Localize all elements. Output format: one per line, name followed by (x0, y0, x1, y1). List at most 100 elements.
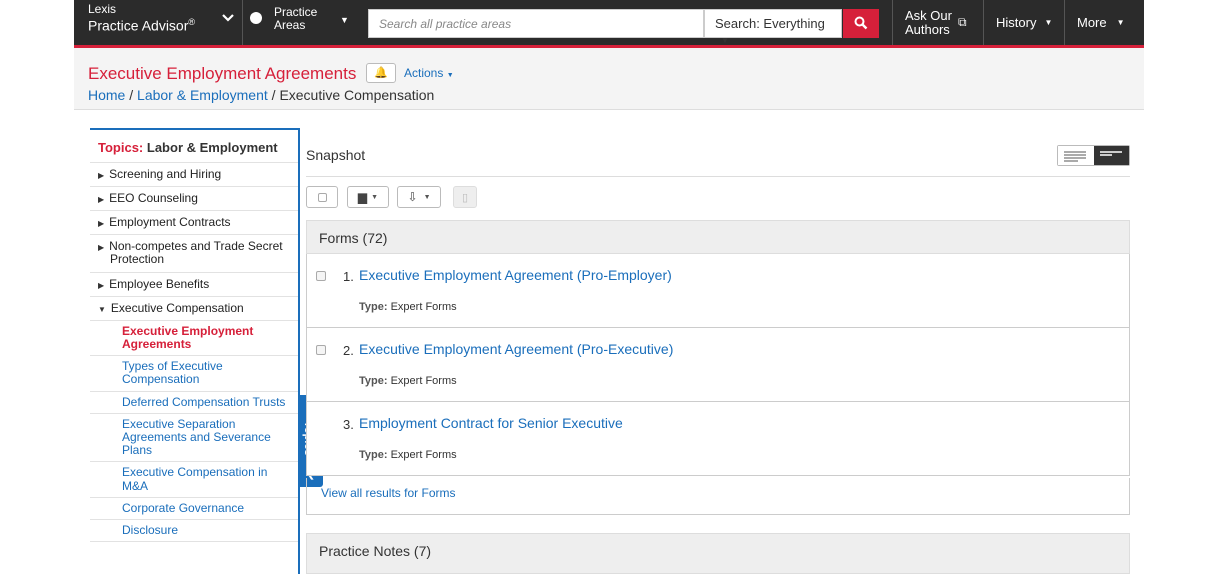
sidebar-subitem-types[interactable]: Types of Executive Compensation (90, 356, 298, 392)
ask-line1: Ask Our (905, 7, 952, 23)
result-type-label: Type: (359, 301, 388, 313)
nav-divider (892, 0, 893, 45)
copy-button[interactable]: ▯ (453, 186, 477, 208)
sidebar-item-label: Screening and Hiring (109, 166, 222, 181)
nav-divider (242, 0, 243, 45)
history-menu[interactable]: History ▼ (996, 0, 1052, 45)
triangle-down-icon: ▼ (98, 304, 106, 314)
sidebar-item-label: Executive Compensation (110, 300, 244, 315)
caret-down-icon: ▼ (1044, 18, 1053, 27)
result-number: 3. (343, 417, 354, 432)
external-link-icon: ⧉ (957, 15, 967, 30)
caret-down-icon: ▼ (721, 36, 729, 45)
forms-section-heading: Forms (72) (306, 220, 1130, 254)
sidebar-item-label: Non-competes and Trade Secret Protection (109, 239, 283, 267)
brand-line1: Lexis (88, 2, 117, 16)
brand-line2: Practice Advisor (88, 17, 189, 34)
bell-icon[interactable]: 🔔 (366, 63, 396, 83)
search-icon (854, 16, 868, 30)
result-number: 1. (343, 269, 354, 284)
history-label: History (996, 15, 1037, 30)
ask-line2: Authors (905, 21, 950, 37)
brand-dropdown-chevron-icon[interactable] (222, 12, 234, 26)
triangle-right-icon: ▶ (98, 194, 105, 204)
caret-down-icon: ▼ (340, 15, 349, 25)
sidebar-subitem-disclosure[interactable]: Disclosure (90, 520, 298, 543)
search-button[interactable] (843, 9, 879, 38)
sidebar-item-label: Employee Benefits (109, 276, 210, 291)
result-checkbox[interactable] (316, 345, 326, 355)
breadcrumb: Home / Labor & Employment / Executive Co… (88, 87, 434, 103)
result-checkbox[interactable] (316, 271, 326, 281)
globe-icon (250, 12, 262, 24)
triangle-right-icon: ▶ (98, 218, 105, 228)
sidebar-item-label: EEO Counseling (109, 190, 198, 205)
breadcrumb-separator: / (125, 87, 138, 103)
folder-icon: ▆ (357, 190, 368, 204)
result-title-link[interactable]: Executive Employment Agreement (Pro-Exec… (359, 341, 673, 357)
sidebar-item-screening[interactable]: ▶ Screening and Hiring (90, 163, 298, 187)
sidebar-subitem-ma[interactable]: Executive Compensation in M&A (90, 462, 298, 498)
result-type: Expert Forms (390, 375, 457, 387)
breadcrumb-labor-employment[interactable]: Labor & Employment (137, 87, 268, 103)
topics-heading: Topics: Labor & Employment (90, 130, 298, 163)
search-input[interactable]: Search all practice areas (368, 9, 704, 38)
result-type: Expert Forms (390, 301, 457, 313)
sidebar-subitem-separation[interactable]: Executive Separation Agreements and Seve… (90, 414, 298, 463)
result-title-link[interactable]: Executive Employment Agreement (Pro-Empl… (359, 267, 672, 283)
triangle-right-icon: ▶ (98, 280, 105, 290)
divider (306, 176, 1130, 177)
list-view-icon[interactable] (1058, 146, 1094, 165)
more-menu[interactable]: More ▼ (1077, 0, 1125, 45)
page-title: Executive Employment Agreements (88, 64, 357, 83)
sidebar-item-benefits[interactable]: ▶ Employee Benefits (90, 273, 298, 297)
checkbox-icon (317, 192, 327, 202)
select-all-checkbox[interactable] (306, 186, 338, 208)
top-navigation: Lexis Practice Advisor® Practice Areas ▼… (0, 0, 1208, 48)
list-item: 2. Executive Employment Agreement (Pro-E… (306, 328, 1130, 402)
caret-down-icon: ▼ (423, 193, 431, 201)
sidebar-subitem-deferred[interactable]: Deferred Compensation Trusts (90, 392, 298, 414)
breadcrumb-separator: / (267, 87, 280, 103)
topics-heading-prefix: Topics: (98, 140, 144, 155)
actions-label: Actions (404, 66, 444, 80)
result-title-link[interactable]: Employment Contract for Senior Executive (359, 415, 623, 431)
nav-divider (1064, 0, 1065, 45)
download-dropdown[interactable]: ⇩ ▼ (397, 186, 441, 208)
brand-logo[interactable]: Lexis Practice Advisor® (88, 2, 195, 34)
sidebar-item-eeo[interactable]: ▶ EEO Counseling (90, 187, 298, 211)
caret-down-icon: ▼ (446, 72, 454, 79)
more-label: More (1077, 15, 1107, 30)
caret-down-icon: ▼ (1116, 18, 1125, 27)
compact-view-icon[interactable] (1094, 146, 1129, 165)
sidebar-item-noncompetes[interactable]: ▶ Non-competes and Trade Secret Protectio… (90, 235, 298, 273)
triangle-right-icon: ▶ (98, 243, 105, 253)
triangle-right-icon: ▶ (98, 170, 105, 180)
view-toggle[interactable] (1057, 145, 1130, 166)
result-number: 2. (343, 343, 354, 358)
result-type-label: Type: (359, 449, 388, 461)
breadcrumb-current: Executive Compensation (279, 87, 435, 103)
download-icon: ⇩ (407, 190, 418, 204)
breadcrumb-home[interactable]: Home (88, 87, 125, 103)
search-scope-label: Search: Everything (715, 16, 825, 31)
sidebar-item-label: Employment Contracts (109, 214, 231, 229)
actions-dropdown[interactable]: Actions ▼ (404, 66, 454, 80)
view-all-forms-link[interactable]: View all results for Forms (306, 478, 1130, 515)
snapshot-heading: Snapshot (306, 147, 366, 163)
practice-areas-line2: Areas (274, 17, 306, 32)
practice-areas-line1: Practice (274, 5, 318, 19)
sidebar-subitem-exec-agreements[interactable]: Executive Employment Agreements (90, 321, 298, 357)
nav-divider (983, 0, 984, 45)
document-icon: ▯ (461, 191, 469, 204)
search-scope-dropdown[interactable]: Search: Everything ▼ (704, 9, 842, 45)
folder-dropdown[interactable]: ▆ ▼ (347, 186, 389, 208)
sidebar-item-contracts[interactable]: ▶ Employment Contracts (90, 211, 298, 236)
ask-our-authors-link[interactable]: Ask Our Authors ⧉ (905, 0, 967, 45)
topics-sidebar: Topics: Labor & Employment ▶ Screening an… (90, 128, 300, 574)
result-type: Expert Forms (390, 449, 457, 461)
result-type-label: Type: (359, 375, 388, 387)
topics-heading-label: Labor & Employment (146, 140, 278, 155)
sidebar-item-exec-comp[interactable]: ▼ Executive Compensation (90, 297, 298, 321)
sidebar-subitem-governance[interactable]: Corporate Governance (90, 498, 298, 520)
